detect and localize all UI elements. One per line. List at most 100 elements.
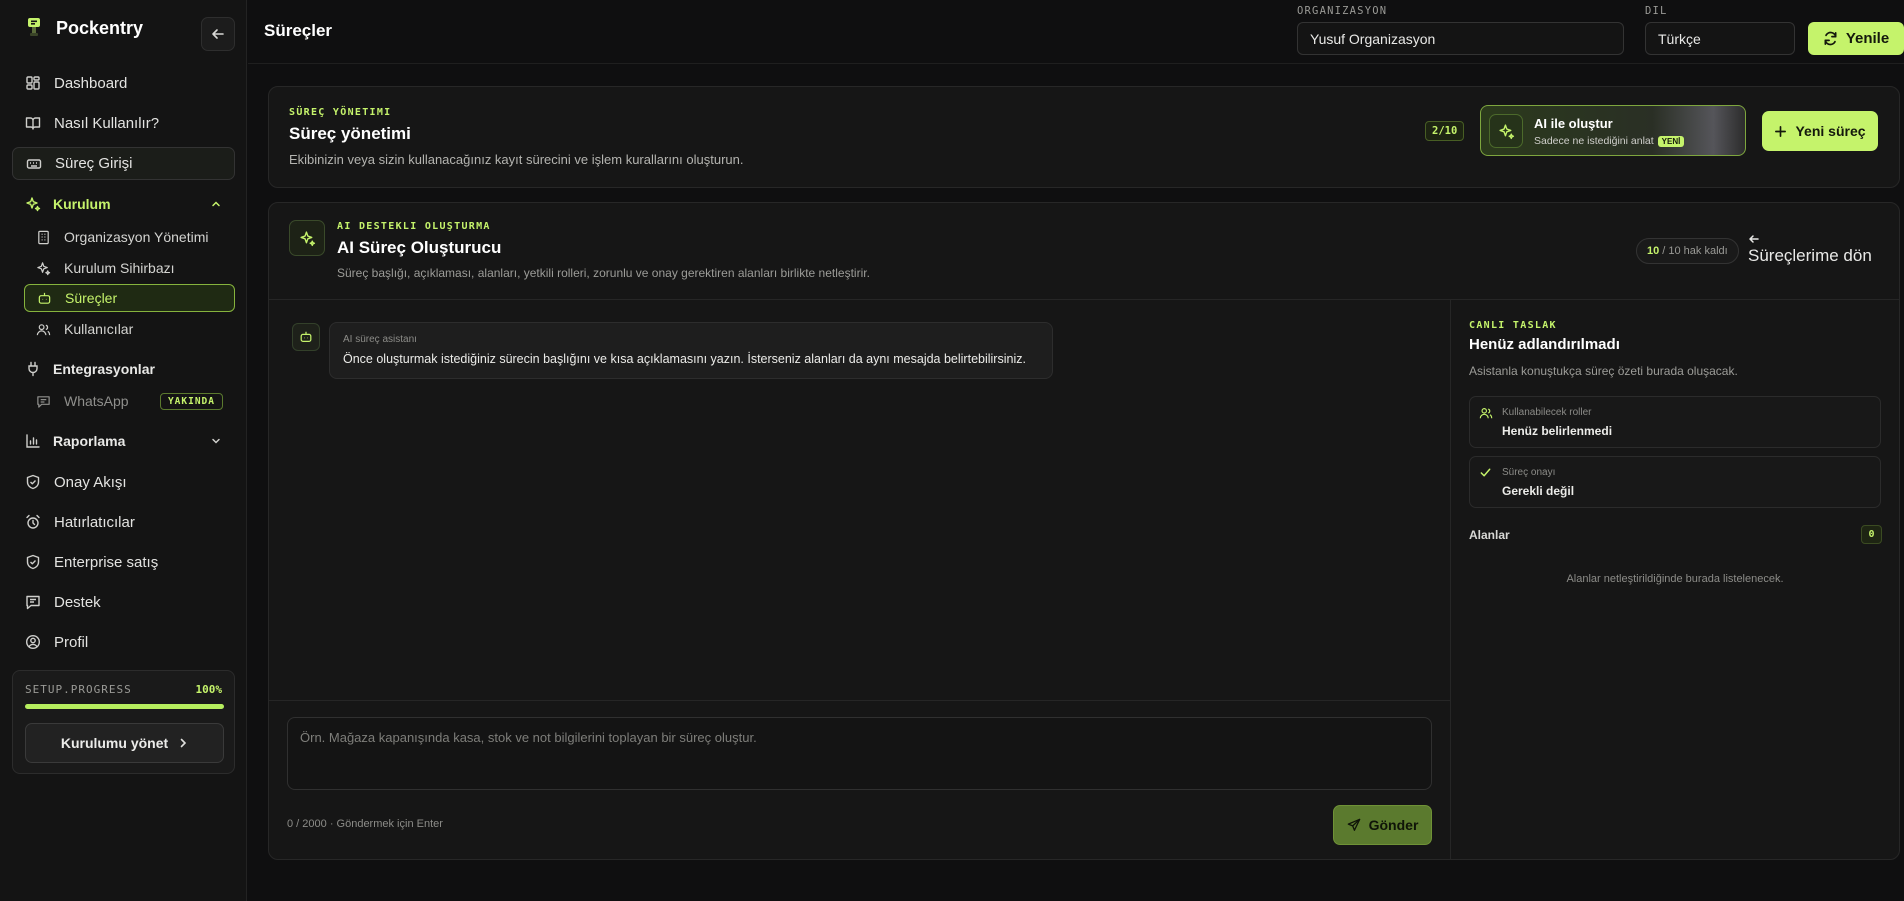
assistant-name: AI süreç asistanı (343, 334, 417, 345)
assistant-message-text: Önce oluşturmak istediğiniz sürecin başl… (343, 352, 1026, 366)
bot-icon (38, 292, 51, 304)
sidebar-item-enterprise[interactable]: Enterprise satış (12, 546, 235, 578)
refresh-button[interactable]: Yenile (1808, 22, 1904, 55)
sparkles-icon (26, 197, 41, 212)
sidebar-item-setup-wizard[interactable]: Kurulum Sihirbazı (24, 254, 235, 282)
sidebar-item-users[interactable]: Kullanıcılar (24, 315, 235, 343)
quota-badge: 10 / 10 hak kaldı (1636, 238, 1739, 264)
sidebar-item-label: Kullanıcılar (64, 321, 134, 337)
sidebar-item-approval-flow[interactable]: Onay Akışı (12, 466, 235, 498)
process-count-badge: 2/10 (1425, 121, 1465, 141)
org-select-value: Yusuf Organizasyon (1310, 30, 1436, 47)
sidebar-section-setup[interactable]: Kurulum (12, 190, 235, 218)
plug-icon (28, 361, 38, 377)
check-icon (1480, 468, 1491, 477)
message-input[interactable] (287, 717, 1432, 790)
send-icon (1347, 818, 1360, 831)
language-select[interactable]: Türkçe (1645, 22, 1795, 55)
language-label: DIL (1645, 5, 1668, 17)
draft-desc: Asistanla konuştukça süreç özeti burada … (1469, 364, 1738, 378)
topbar: Süreçler ORGANIZASYON Yusuf Organizasyon… (248, 0, 1904, 64)
roles-card: Kullanabilecek roller Henüz belirlenmedi (1469, 396, 1881, 448)
builder-icon-box (289, 220, 325, 256)
sidebar-item-dashboard[interactable]: Dashboard (12, 67, 235, 99)
back-to-processes-link[interactable]: Süreçlerime dön (1748, 232, 1872, 266)
manage-setup-label: Kurulumu yönet (60, 735, 169, 751)
quota-rest: / 10 hak kaldı (1662, 245, 1728, 257)
chevron-up-icon (212, 201, 220, 207)
sidebar-item-process-entry[interactable]: Süreç Girişi (12, 147, 235, 180)
sidebar-item-label: Süreçler (65, 290, 118, 306)
new-process-button[interactable]: Yeni süreç (1762, 111, 1878, 151)
sidebar: Pockentry Dashboard Nasıl Kullanılır? Sü… (0, 0, 247, 901)
bar-chart-icon (26, 434, 40, 448)
brand-logo-icon (24, 16, 44, 40)
approval-label: Süreç onayı (1502, 467, 1556, 478)
roles-label: Kullanabilecek roller (1502, 407, 1592, 418)
assistant-avatar (292, 323, 320, 351)
refresh-label: Yenile (1845, 30, 1890, 47)
management-eyebrow: SÜREÇ YÖNETIMI (289, 107, 392, 118)
org-label: ORGANIZASYON (1297, 5, 1388, 17)
sidebar-item-support[interactable]: Destek (12, 586, 235, 618)
setup-progress-fill (25, 704, 224, 709)
alarm-clock-icon (26, 514, 40, 529)
language-select-value: Türkçe (1658, 30, 1701, 47)
users-icon (1479, 408, 1493, 419)
composer-divider (269, 700, 1450, 701)
sidebar-section-reporting[interactable]: Raporlama (12, 427, 235, 455)
users-icon (36, 323, 51, 335)
sidebar-item-label: Süreç Girişi (55, 155, 133, 172)
ai-create-title: AI ile oluştur (1534, 116, 1613, 131)
sidebar-item-label: Destek (54, 593, 101, 611)
builder-title: AI Süreç Oluşturucu (337, 238, 502, 257)
setup-progress-label: SETUP.PROGRESS (25, 683, 132, 696)
plus-icon (1775, 125, 1787, 137)
org-select[interactable]: Yusuf Organizasyon (1297, 22, 1624, 55)
book-open-icon (25, 117, 41, 130)
quota-number: 10 (1647, 245, 1660, 257)
sidebar-item-profile[interactable]: Profil (12, 626, 235, 658)
ai-create-button[interactable]: AI ile oluştur Sadece ne istediğini anla… (1480, 105, 1746, 156)
collapse-sidebar-button[interactable] (201, 17, 235, 51)
arrow-left-icon (212, 29, 224, 39)
sidebar-section-label: Entegrasyonlar (53, 361, 155, 377)
fields-label: Alanlar (1469, 528, 1510, 542)
sidebar-item-whatsapp[interactable]: WhatsApp YAKINDA (24, 387, 235, 415)
sidebar-item-processes[interactable]: Süreçler (24, 284, 235, 312)
sparkles-icon (1498, 123, 1514, 139)
keyboard-icon (26, 158, 42, 169)
page-title: Süreçler (264, 21, 333, 40)
send-button[interactable]: Gönder (1333, 805, 1432, 845)
sparkle-icon (37, 261, 51, 275)
send-label: Gönder (1368, 817, 1419, 833)
sidebar-section-integrations[interactable]: Entegrasyonlar (12, 355, 235, 383)
assistant-message: AI süreç asistanı Önce oluşturmak istedi… (329, 322, 1053, 379)
fields-count-badge: 0 (1861, 525, 1882, 544)
coming-soon-badge: YAKINDA (159, 392, 223, 410)
message-square-icon (37, 395, 50, 408)
new-process-label: Yeni süreç (1795, 123, 1866, 139)
dashboard-icon (26, 76, 40, 90)
shield-icon (26, 554, 40, 570)
setup-progress-card: SETUP.PROGRESS 100% Kurulumu yönet (12, 670, 235, 774)
sidebar-item-org-management[interactable]: Organizasyon Yönetimi (24, 223, 235, 251)
manage-setup-button[interactable]: Kurulumu yönet (25, 723, 224, 763)
sidebar-item-reminders[interactable]: Hatırlatıcılar (12, 506, 235, 538)
management-desc: Ekibinizin veya sizin kullanacağınız kay… (289, 152, 744, 167)
management-title: Süreç yönetimi (289, 124, 411, 143)
roles-value: Henüz belirlenmedi (1502, 424, 1613, 438)
back-label: Süreçlerime dön (1748, 246, 1872, 265)
fields-empty-text: Alanlar netleştirildiğinde burada listel… (1566, 573, 1784, 585)
builder-desc: Süreç başlığı, açıklaması, alanları, yet… (337, 266, 870, 280)
new-badge: YENİ (1657, 135, 1685, 147)
building-icon (38, 230, 49, 244)
brand[interactable]: Pockentry (24, 16, 143, 40)
sidebar-item-label: Kurulum Sihirbazı (64, 260, 175, 276)
ai-create-subtitle: Sadece ne istediğini anlat YENİ (1534, 135, 1685, 147)
sidebar-item-how-to[interactable]: Nasıl Kullanılır? (12, 107, 235, 139)
ai-create-subtitle-text: Sadece ne istediğini anlat (1534, 135, 1654, 147)
message-text-icon (26, 595, 40, 610)
builder-eyebrow: AI DESTEKLI OLUŞTURMA (337, 221, 491, 232)
arrow-left-icon (1749, 235, 1759, 243)
